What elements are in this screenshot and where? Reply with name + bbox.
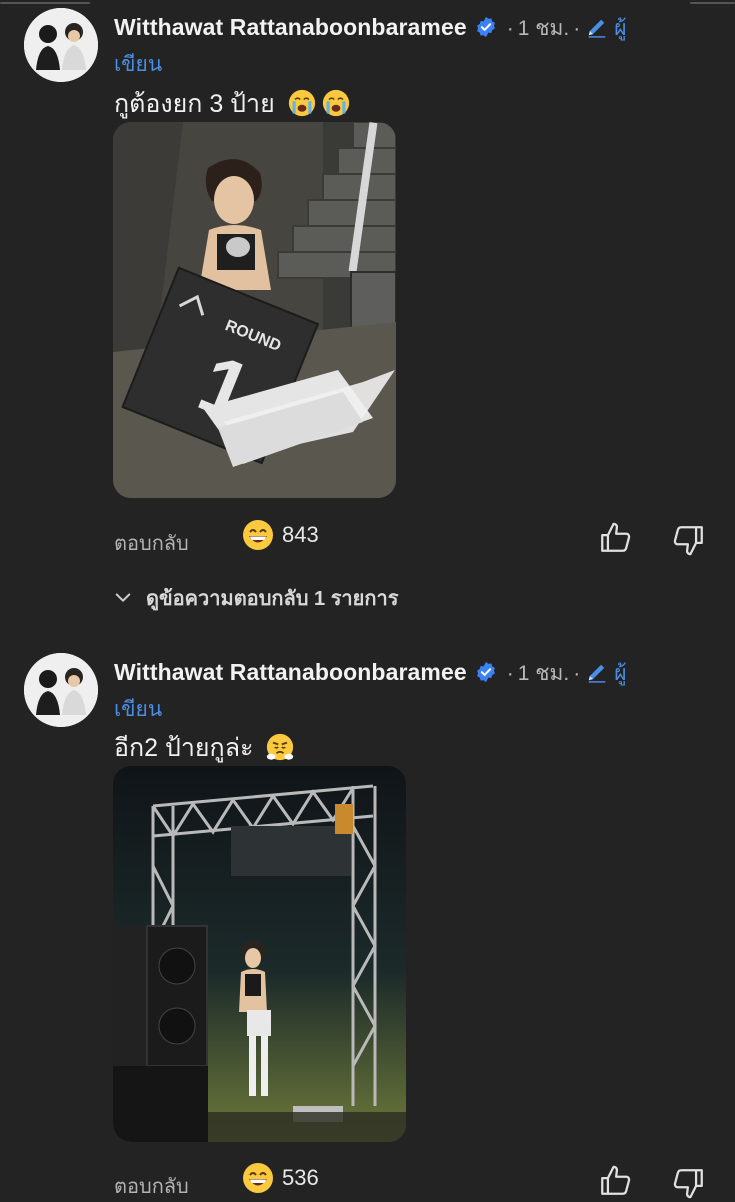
pencil-icon — [588, 19, 606, 38]
comment-text: กูต้องยก 3 ป้าย — [114, 84, 350, 124]
comment-photo[interactable]: ROUND 1 — [113, 122, 396, 498]
author-badge-continued: เขียน — [114, 53, 163, 76]
dot-separator: · — [573, 662, 581, 685]
thumbs-up-icon[interactable] — [598, 521, 632, 555]
top-divider — [0, 0, 735, 6]
crying-face-icon — [288, 89, 315, 117]
comment-actions: ตอบกลับ 536 — [0, 1162, 735, 1202]
avatar[interactable] — [24, 653, 98, 727]
author-badge: ผู้ — [614, 662, 627, 685]
reply-button[interactable]: ตอบกลับ — [114, 1170, 189, 1202]
avatar[interactable] — [24, 8, 98, 82]
reaction-group[interactable]: 843 — [242, 519, 319, 551]
steam-face-icon — [267, 733, 294, 761]
comment-photo[interactable] — [113, 766, 406, 1142]
thumbs-up-icon[interactable] — [598, 1164, 632, 1198]
view-replies-label: ดูข้อความตอบกลับ 1 รายการ — [146, 588, 399, 610]
comment-actions: ตอบกลับ 843 — [0, 519, 735, 559]
comment-text-content: อีก2 ป้ายกูล่ะ — [114, 734, 254, 762]
comment-header: Witthawat Rattanaboonbaramee · 1 ชม. · ผู้ — [114, 12, 675, 45]
reaction-count: 536 — [282, 1165, 319, 1190]
verified-badge-icon — [476, 16, 495, 38]
author-badge: ผู้ — [614, 17, 627, 40]
timestamp: 1 ชม. — [517, 17, 570, 40]
reply-button[interactable]: ตอบกลับ — [114, 527, 189, 559]
view-replies-link[interactable]: ดูข้อความตอบกลับ 1 รายการ — [114, 582, 398, 614]
grinning-face-icon — [243, 520, 273, 550]
comment-text: อีก2 ป้ายกูล่ะ — [114, 728, 294, 768]
chevron-down-icon — [115, 593, 131, 602]
dot-separator: · — [506, 17, 514, 40]
thumbs-down-icon[interactable] — [672, 1166, 706, 1200]
crying-face-icon — [322, 89, 349, 117]
verified-badge-icon — [476, 661, 495, 683]
timestamp: 1 ชม. — [517, 662, 570, 685]
comment-text-content: กูต้องยก 3 ป้าย — [114, 90, 275, 118]
author-badge-continued: เขียน — [114, 698, 163, 721]
reaction-count: 843 — [282, 522, 319, 547]
author-name[interactable]: Witthawat Rattanaboonbaramee — [114, 14, 467, 40]
dot-separator: · — [573, 17, 581, 40]
author-name[interactable]: Witthawat Rattanaboonbaramee — [114, 659, 467, 685]
dot-separator: · — [506, 662, 514, 685]
grinning-face-icon — [243, 1163, 273, 1193]
reaction-group[interactable]: 536 — [242, 1162, 319, 1194]
comment-header: Witthawat Rattanaboonbaramee · 1 ชม. · ผู้ — [114, 657, 675, 690]
pencil-icon — [588, 664, 606, 683]
thumbs-down-icon[interactable] — [672, 523, 706, 557]
